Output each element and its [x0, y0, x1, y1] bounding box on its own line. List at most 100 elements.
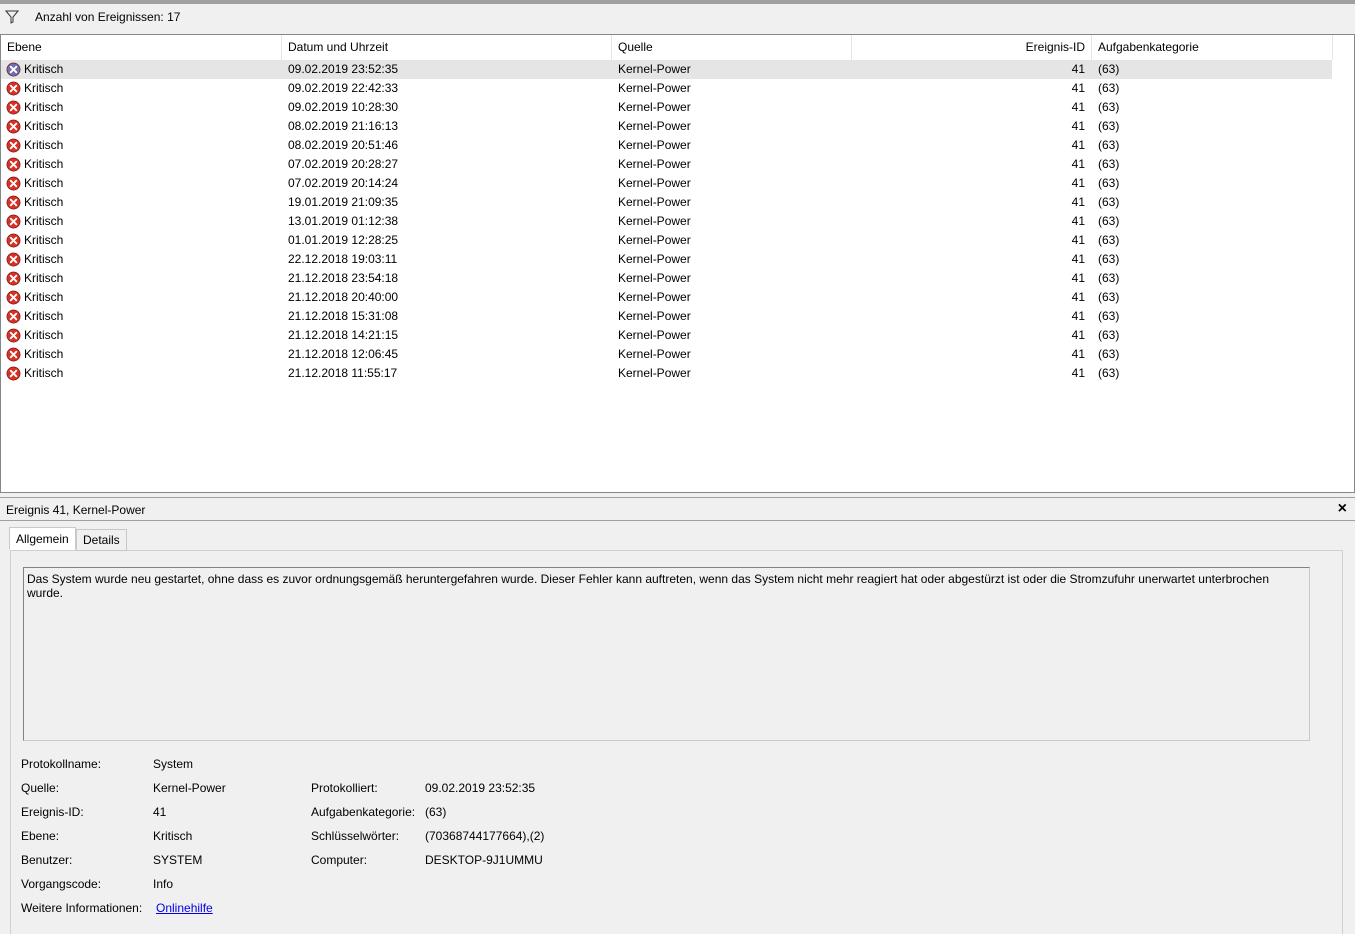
cell-datetime: 21.12.2018 11:55:17 — [288, 366, 398, 380]
description-text: Das System wurde neu gestartet, ohne das… — [27, 572, 1269, 600]
close-icon[interactable]: × — [1338, 500, 1347, 518]
cell-datetime: 09.02.2019 22:42:33 — [288, 81, 399, 95]
cell-source: Kernel-Power — [618, 214, 691, 228]
detail-title-bar: Ereignis 41, Kernel-Power × — [0, 497, 1355, 521]
cell-datetime: 19.01.2019 21:09:35 — [288, 195, 399, 209]
label-logged: Protokolliert: — [311, 781, 378, 795]
table-row[interactable]: Kritisch 07.02.2019 20:14:24 Kernel-Power 4… — [1, 174, 1332, 193]
cell-level: Kritisch — [24, 328, 64, 342]
event-grid[interactable]: Ebene Datum und Uhrzeit Quelle Ereignis-… — [0, 34, 1355, 493]
table-row[interactable]: Kritisch 21.12.2018 23:54:18 Kernel-Power 4… — [1, 269, 1332, 288]
detail-title: Ereignis 41, Kernel-Power — [6, 503, 146, 517]
cell-task-category: (63) — [1098, 195, 1120, 209]
cell-source: Kernel-Power — [618, 233, 691, 247]
cell-task-category: (63) — [1098, 366, 1120, 380]
column-header-source[interactable]: Quelle — [612, 35, 852, 60]
event-rows: Kritisch 09.02.2019 23:52:35 Kernel-Power 4… — [1, 60, 1354, 383]
table-row[interactable]: Kritisch 08.02.2019 21:16:13 Kernel-Power 4… — [1, 117, 1332, 136]
label-taskcat: Aufgabenkategorie: — [311, 805, 416, 819]
cell-task-category: (63) — [1098, 271, 1120, 285]
critical-error-icon — [6, 309, 21, 324]
cell-event-id: 41 — [1071, 347, 1085, 361]
label-logname: Protokollname: — [21, 757, 102, 771]
tab-general[interactable]: Allgemein — [9, 527, 76, 550]
cell-source: Kernel-Power — [618, 252, 691, 266]
value-eventid: 41 — [153, 805, 167, 819]
cell-datetime: 07.02.2019 20:14:24 — [288, 176, 399, 190]
cell-source: Kernel-Power — [618, 157, 691, 171]
value-logged: 09.02.2019 23:52:35 — [425, 781, 536, 795]
cell-event-id: 41 — [1071, 290, 1085, 304]
cell-level: Kritisch — [24, 233, 64, 247]
cell-task-category: (63) — [1098, 290, 1120, 304]
table-row[interactable]: Kritisch 09.02.2019 23:52:35 Kernel-Power 4… — [1, 60, 1332, 79]
cell-source: Kernel-Power — [618, 176, 691, 190]
cell-datetime: 21.12.2018 23:54:18 — [288, 271, 399, 285]
value-source: Kernel-Power — [153, 781, 226, 795]
cell-source: Kernel-Power — [618, 81, 691, 95]
filter-icon[interactable] — [5, 10, 19, 24]
label-eventid: Ereignis-ID: — [21, 805, 84, 819]
cell-task-category: (63) — [1098, 157, 1120, 171]
critical-error-icon — [6, 366, 21, 381]
cell-source: Kernel-Power — [618, 138, 691, 152]
detail-scroll-area[interactable] — [1343, 521, 1355, 934]
critical-error-icon — [6, 233, 21, 248]
table-row[interactable]: Kritisch 09.02.2019 22:42:33 Kernel-Power 4… — [1, 79, 1332, 98]
table-row[interactable]: Kritisch 13.01.2019 01:12:38 Kernel-Power 4… — [1, 212, 1332, 231]
label-user: Benutzer: — [21, 853, 73, 867]
cell-event-id: 41 — [1071, 271, 1085, 285]
cell-event-id: 41 — [1071, 119, 1085, 133]
label-computer: Computer: — [311, 853, 368, 867]
column-header-level[interactable]: Ebene — [1, 35, 282, 60]
column-header-event-id[interactable]: Ereignis-ID — [852, 35, 1092, 60]
cell-event-id: 41 — [1071, 176, 1085, 190]
cell-level: Kritisch — [24, 100, 64, 114]
cell-event-id: 41 — [1071, 233, 1085, 247]
cell-task-category: (63) — [1098, 252, 1120, 266]
critical-error-icon — [6, 138, 21, 153]
critical-error-icon — [6, 195, 21, 210]
table-row[interactable]: Kritisch 21.12.2018 14:21:15 Kernel-Power 4… — [1, 326, 1332, 345]
cell-level: Kritisch — [24, 81, 64, 95]
cell-source: Kernel-Power — [618, 309, 691, 323]
table-row[interactable]: Kritisch 19.01.2019 21:09:35 Kernel-Power 4… — [1, 193, 1332, 212]
column-header-task-category[interactable]: Aufgabenkategorie — [1092, 35, 1333, 60]
critical-error-icon — [6, 100, 21, 115]
online-help-link[interactable]: Onlinehilfe — [156, 901, 213, 915]
cell-task-category: (63) — [1098, 81, 1120, 95]
cell-event-id: 41 — [1071, 195, 1085, 209]
column-header-datetime[interactable]: Datum und Uhrzeit — [282, 35, 612, 60]
value-level: Kritisch — [153, 829, 193, 843]
filter-bar: Anzahl von Ereignissen: 17 — [0, 4, 1355, 34]
table-row[interactable]: Kritisch 07.02.2019 20:28:27 Kernel-Power 4… — [1, 155, 1332, 174]
cell-level: Kritisch — [24, 347, 64, 361]
tab-details[interactable]: Details — [76, 529, 127, 551]
cell-task-category: (63) — [1098, 347, 1120, 361]
cell-datetime: 21.12.2018 14:21:15 — [288, 328, 399, 342]
cell-datetime: 08.02.2019 21:16:13 — [288, 119, 399, 133]
description-box[interactable]: Das System wurde neu gestartet, ohne das… — [23, 567, 1310, 741]
cell-event-id: 41 — [1071, 62, 1085, 76]
value-opcode: Info — [153, 877, 174, 891]
table-row[interactable]: Kritisch 21.12.2018 20:40:00 Kernel-Power 4… — [1, 288, 1332, 307]
cell-source: Kernel-Power — [618, 195, 691, 209]
table-row[interactable]: Kritisch 09.02.2019 10:28:30 Kernel-Power 4… — [1, 98, 1332, 117]
cell-event-id: 41 — [1071, 138, 1085, 152]
critical-error-icon — [6, 81, 21, 96]
table-row[interactable]: Kritisch 01.01.2019 12:28:25 Kernel-Power 4… — [1, 231, 1332, 250]
table-row[interactable]: Kritisch 21.12.2018 11:55:17 Kernel-Power 4… — [1, 364, 1332, 383]
cell-event-id: 41 — [1071, 100, 1085, 114]
cell-event-id: 41 — [1071, 328, 1085, 342]
value-taskcat: (63) — [425, 805, 447, 819]
table-row[interactable]: Kritisch 21.12.2018 15:31:08 Kernel-Power 4… — [1, 307, 1332, 326]
cell-datetime: 01.01.2019 12:28:25 — [288, 233, 399, 247]
cell-level: Kritisch — [24, 62, 64, 76]
table-row[interactable]: Kritisch 08.02.2019 20:51:46 Kernel-Power 4… — [1, 136, 1332, 155]
cell-source: Kernel-Power — [618, 328, 691, 342]
table-row[interactable]: Kritisch 21.12.2018 12:06:45 Kernel-Power 4… — [1, 345, 1332, 364]
cell-datetime: 13.01.2019 01:12:38 — [288, 214, 399, 228]
table-row[interactable]: Kritisch 22.12.2018 19:03:11 Kernel-Power 4… — [1, 250, 1332, 269]
cell-task-category: (63) — [1098, 309, 1120, 323]
cell-level: Kritisch — [24, 138, 64, 152]
